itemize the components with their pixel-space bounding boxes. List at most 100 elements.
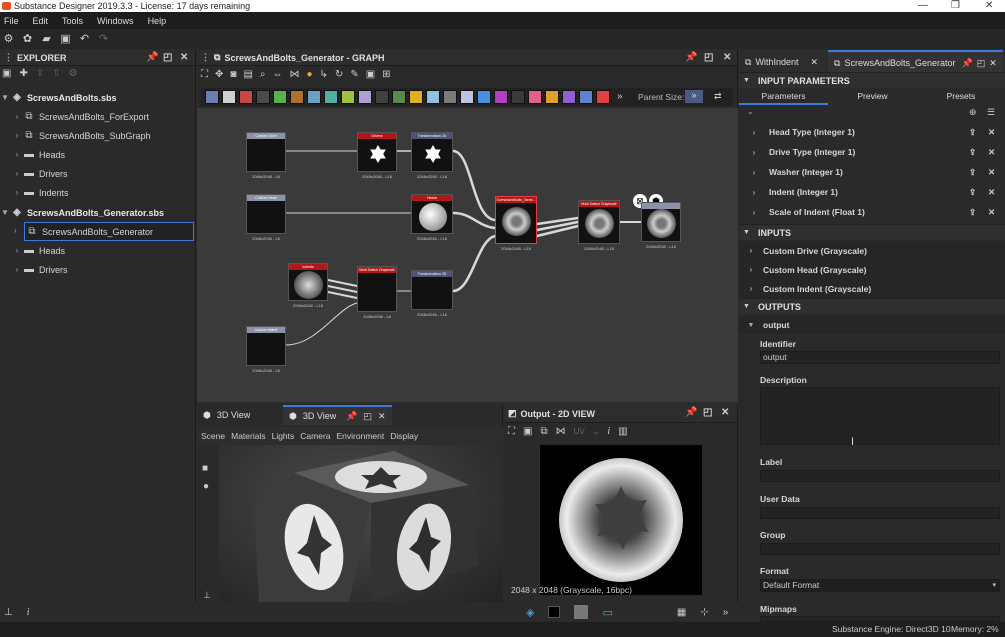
subtab-preview[interactable]: Preview <box>828 89 917 105</box>
pin-icon[interactable]: 📌 <box>146 52 158 63</box>
close-icon[interactable]: ✕ <box>989 58 997 69</box>
node-library-icon[interactable] <box>443 90 457 104</box>
param-drive-type[interactable]: › Drive Type (Integer 1) ⇪ ✕ <box>739 142 1005 162</box>
chevron-down-icon[interactable]: ⌄ <box>747 107 754 116</box>
subtab-presets[interactable]: Presets <box>917 89 1005 105</box>
grid-icon[interactable]: ▦ <box>677 607 686 618</box>
refresh-icon[interactable]: ↻ <box>335 69 343 85</box>
collapsed-arrow-icon[interactable]: › <box>12 246 22 255</box>
export-icon[interactable]: ⇪ <box>36 68 44 84</box>
3d-viewport[interactable] <box>219 445 503 602</box>
crop-icon[interactable]: ⊞ <box>382 69 390 85</box>
node-library-icon[interactable] <box>290 90 304 104</box>
save-icon[interactable]: ▣ <box>523 426 532 437</box>
param-indent[interactable]: › Indent (Integer 1) ⇪ ✕ <box>739 182 1005 202</box>
collapsed-arrow-icon[interactable]: › <box>739 168 769 177</box>
section-inputs[interactable]: ▼ INPUTS <box>739 224 1005 240</box>
menu-icon[interactable]: ☰ <box>987 107 995 118</box>
menu-lights[interactable]: Lights <box>272 431 295 441</box>
close-icon[interactable]: ✕ <box>810 57 818 68</box>
collapsed-arrow-icon[interactable]: › <box>739 128 769 137</box>
node-library-icon[interactable] <box>596 90 610 104</box>
node-library-icon[interactable] <box>205 90 219 104</box>
search-icon[interactable]: ⌕ <box>260 69 266 85</box>
add-icon[interactable]: ✚ <box>19 68 27 84</box>
pin-icon[interactable]: 📌 <box>962 58 973 69</box>
userdata-field[interactable] <box>760 507 1000 519</box>
node-library-icon[interactable] <box>375 90 389 104</box>
tree-item[interactable]: › ⧉ ScrewsAndBolts_ForExport <box>0 107 195 126</box>
node-library-icon[interactable] <box>579 90 593 104</box>
expanded-arrow-icon[interactable]: ▼ <box>0 93 10 102</box>
monitor-icon[interactable]: ▭ <box>602 606 612 619</box>
export-param-icon[interactable]: ⇪ <box>969 207 976 218</box>
subtab-parameters[interactable]: Parameters <box>739 89 828 105</box>
delete-param-icon[interactable]: ✕ <box>988 187 995 198</box>
input-custom-drive[interactable]: › Custom Drive (Grayscale) <box>739 241 1005 260</box>
float-icon[interactable]: ◰ <box>363 411 372 422</box>
save-icon[interactable]: ▣ <box>59 33 72 46</box>
undo-icon[interactable]: ↶ <box>78 33 91 46</box>
menu-camera[interactable]: Camera <box>300 431 330 441</box>
video-camera-icon[interactable]: ■ <box>202 463 208 474</box>
fit-icon[interactable]: ⛶ <box>508 426 515 437</box>
menu-help[interactable]: Help <box>148 16 167 26</box>
node-multi-switch-grayscale-2[interactable]: Multi Switch Grayscale 2048x2048 - L16 <box>578 200 620 251</box>
node-indents[interactable]: Indents 2048x2048 - L16 <box>288 263 328 308</box>
node-transform-2d-2[interactable]: Transformation 2D 2048x2048 - L16 <box>411 270 453 317</box>
export-param-icon[interactable]: ⇪ <box>969 147 976 158</box>
connect-icon[interactable]: ⇔ <box>273 69 283 85</box>
minimize-icon[interactable]: — <box>918 0 928 12</box>
node-library-icon[interactable] <box>324 90 338 104</box>
description-field[interactable] <box>760 387 1000 445</box>
close-icon[interactable]: ✕ <box>721 407 729 418</box>
input-custom-head[interactable]: › Custom Head (Grayscale) <box>739 260 1005 279</box>
format-dropdown[interactable]: Default Format ▾ <box>760 579 1000 592</box>
tools-icon[interactable]: ✎ <box>350 69 358 85</box>
close-window-icon[interactable]: ✕ <box>985 0 993 12</box>
redo-icon[interactable]: ↷ <box>97 33 110 46</box>
label-field[interactable] <box>760 470 1000 482</box>
section-outputs[interactable]: ▼ OUTPUTS <box>739 298 1005 314</box>
delete-param-icon[interactable]: ✕ <box>988 207 995 218</box>
new-graph-icon[interactable]: ✿ <box>21 33 34 46</box>
tree-item[interactable]: › ▬ Heads <box>0 241 195 260</box>
publish-icon[interactable]: ⇧ <box>52 68 60 84</box>
menu-edit[interactable]: Edit <box>33 16 49 26</box>
export-param-icon[interactable]: ⇪ <box>969 127 976 138</box>
node-drivers[interactable]: Drivers 2048x2048 - L16 <box>357 132 397 179</box>
camera-icon[interactable]: ◙ <box>230 69 236 85</box>
add-param-icon[interactable]: ⊕ <box>969 107 977 118</box>
collapsed-arrow-icon[interactable]: › <box>12 112 22 121</box>
frame-icon[interactable]: ⛶ <box>201 69 208 85</box>
node-library-icon[interactable] <box>528 90 542 104</box>
graph-canvas[interactable]: Custom Drive 2048x2048 - L8 Custom Head … <box>197 108 738 402</box>
node-library-icon[interactable] <box>256 90 270 104</box>
new-package-icon[interactable]: ⚙ <box>2 33 15 46</box>
export-param-icon[interactable]: ⇪ <box>969 167 976 178</box>
float-icon[interactable]: ◰ <box>704 52 713 63</box>
channel-black-swatch[interactable] <box>548 606 561 618</box>
collapsed-arrow-icon[interactable]: › <box>739 188 769 197</box>
collapsed-arrow-icon[interactable]: › <box>12 150 22 159</box>
input-custom-indent[interactable]: › Custom Indent (Grayscale) <box>739 279 1005 298</box>
tab-withindent[interactable]: ⧉ WithIndent ✕ <box>739 50 824 74</box>
param-scale-of-indent[interactable]: › Scale of Indent (Float 1) ⇪ ✕ <box>739 202 1005 222</box>
param-washer[interactable]: › Washer (Integer 1) ⇪ ✕ <box>739 162 1005 182</box>
delete-param-icon[interactable]: ✕ <box>988 167 995 178</box>
export-param-icon[interactable]: ⇪ <box>969 187 976 198</box>
pin-icon[interactable]: 📌 <box>346 411 357 422</box>
menu-scene[interactable]: Scene <box>201 431 225 441</box>
node-transform-2d[interactable]: Transformation 2D 2048x2048 - L16 <box>411 132 453 179</box>
channel-gray-swatch[interactable] <box>574 605 589 619</box>
collapsed-arrow-icon[interactable]: › <box>739 284 763 293</box>
delete-param-icon[interactable]: ✕ <box>988 127 995 138</box>
node-output[interactable]: 2048x2048 - L16 <box>641 202 681 249</box>
pin-icon[interactable]: 📌 <box>685 52 697 63</box>
tab-3d-view-1[interactable]: ⬢ 3D View <box>197 405 256 425</box>
comment-icon[interactable]: ▤ <box>243 69 252 85</box>
node-library-icon[interactable] <box>273 90 287 104</box>
collapsed-arrow-icon[interactable]: › <box>14 226 17 235</box>
node-library-icon[interactable] <box>409 90 423 104</box>
share-icon[interactable]: ⋈ <box>290 69 300 85</box>
